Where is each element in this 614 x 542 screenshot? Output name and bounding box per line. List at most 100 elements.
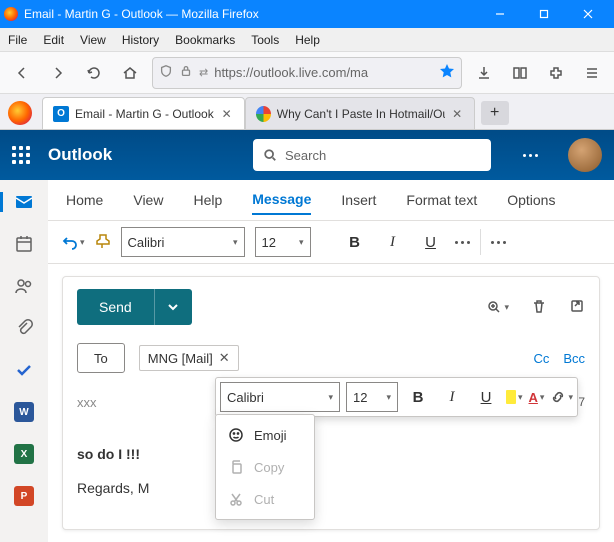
send-button[interactable]: Send: [77, 289, 154, 325]
context-emoji[interactable]: Emoji: [216, 419, 314, 451]
zoom-button[interactable]: ▾: [486, 299, 509, 315]
send-dropdown-button[interactable]: [154, 289, 192, 325]
menu-edit[interactable]: Edit: [43, 33, 64, 47]
float-underline-button[interactable]: U: [472, 389, 500, 406]
google-favicon: [256, 106, 271, 122]
downloads-button[interactable]: [470, 59, 498, 87]
bold-button[interactable]: B: [341, 234, 369, 251]
ribbon-tab-format[interactable]: Format text: [406, 186, 477, 214]
nav-powerpoint[interactable]: P: [12, 484, 36, 508]
highlight-button[interactable]: ▾: [506, 390, 523, 404]
chevron-down-icon: ▾: [80, 237, 85, 248]
message-body[interactable]: so do I !!! Regards, M: [77, 446, 585, 496]
context-copy: Copy: [216, 451, 314, 483]
tab-outlook[interactable]: O Email - Martin G - Outlook ✕: [42, 97, 245, 129]
nav-calendar[interactable]: [12, 232, 36, 256]
extensions-button[interactable]: [542, 59, 570, 87]
nav-mail[interactable]: [12, 190, 36, 214]
font-color-button[interactable]: A▾: [529, 390, 545, 405]
url-bar[interactable]: ⇄ https://outlook.live.com/ma: [152, 57, 462, 89]
bookmark-star-icon[interactable]: [439, 63, 455, 82]
float-italic-button[interactable]: I: [438, 389, 466, 406]
popout-button[interactable]: [569, 298, 585, 317]
menu-tools[interactable]: Tools: [251, 33, 279, 47]
permissions-icon[interactable]: ⇄: [199, 66, 208, 79]
context-menu: Emoji Copy Cut: [215, 414, 315, 520]
recipient-chip[interactable]: MNG [Mail] ✕: [139, 345, 239, 371]
float-size-select[interactable]: 12▾: [346, 382, 398, 412]
float-bold-button[interactable]: B: [404, 389, 432, 406]
to-button[interactable]: To: [77, 343, 125, 373]
insert-link-button[interactable]: ▾: [550, 389, 573, 405]
ribbon-tab-options[interactable]: Options: [507, 186, 555, 214]
discard-button[interactable]: [531, 298, 547, 317]
outlook-favicon: O: [53, 106, 69, 122]
context-label: Cut: [254, 492, 274, 507]
minimize-button[interactable]: [478, 0, 522, 28]
url-text: https://outlook.live.com/ma: [214, 65, 433, 80]
menu-view[interactable]: View: [80, 33, 106, 47]
outlook-header: Outlook Search: [0, 130, 614, 180]
firefox-view-button[interactable]: [4, 97, 36, 129]
nav-word[interactable]: W: [12, 400, 36, 424]
tab-search[interactable]: Why Can't I Paste In Hotmail/Outl ✕: [245, 97, 475, 129]
forward-button[interactable]: [44, 59, 72, 87]
context-label: Copy: [254, 460, 284, 475]
close-window-button[interactable]: [566, 0, 610, 28]
app-menu-button[interactable]: [578, 59, 606, 87]
nav-excel[interactable]: X: [12, 442, 36, 466]
menubar: File Edit View History Bookmarks Tools H…: [0, 28, 614, 52]
library-button[interactable]: [506, 59, 534, 87]
reload-button[interactable]: [80, 59, 108, 87]
cc-button[interactable]: Cc: [533, 351, 549, 366]
ribbon: ▾ Calibri▾ 12▾ B I U: [48, 220, 614, 264]
menu-file[interactable]: File: [8, 33, 27, 47]
search-icon: [263, 148, 277, 162]
back-button[interactable]: [8, 59, 36, 87]
menu-help[interactable]: Help: [295, 33, 320, 47]
format-painter-button[interactable]: [95, 233, 111, 252]
bcc-button[interactable]: Bcc: [563, 351, 585, 366]
home-button[interactable]: [116, 59, 144, 87]
copy-icon: [228, 459, 244, 475]
maximize-button[interactable]: [522, 0, 566, 28]
cut-icon: [228, 491, 244, 507]
close-tab-button[interactable]: ✕: [451, 107, 464, 121]
firefox-icon: [8, 101, 32, 125]
body-line: Regards, M: [77, 480, 585, 496]
nav-files[interactable]: [12, 316, 36, 340]
undo-button[interactable]: ▾: [62, 234, 85, 250]
italic-button[interactable]: I: [379, 234, 407, 251]
tab-label: Why Can't I Paste In Hotmail/Outl: [277, 107, 445, 121]
ribbon-tab-message[interactable]: Message: [252, 185, 311, 215]
user-avatar[interactable]: [568, 138, 602, 172]
firefox-logo-icon: [4, 7, 18, 21]
menu-history[interactable]: History: [122, 33, 159, 47]
font-size-select[interactable]: 12▾: [255, 227, 311, 257]
ribbon-tab-view[interactable]: View: [133, 186, 163, 214]
more-options-button[interactable]: [491, 241, 506, 244]
underline-button[interactable]: U: [417, 234, 445, 251]
outlook-brand: Outlook: [48, 145, 112, 165]
more-formatting-button[interactable]: [455, 241, 470, 244]
emoji-icon: [228, 427, 244, 443]
ribbon-tab-home[interactable]: Home: [66, 186, 103, 214]
search-placeholder: Search: [285, 148, 326, 163]
close-tab-button[interactable]: ✕: [220, 107, 234, 121]
ribbon-tab-insert[interactable]: Insert: [341, 186, 376, 214]
remove-recipient-button[interactable]: ✕: [219, 350, 230, 366]
menu-bookmarks[interactable]: Bookmarks: [175, 33, 235, 47]
floating-format-toolbar: Calibri▾ 12▾ B I U ▾ A▾ ▾: [215, 377, 578, 417]
ribbon-tab-help[interactable]: Help: [193, 186, 222, 214]
float-font-select[interactable]: Calibri▾: [220, 382, 340, 412]
header-more-button[interactable]: [523, 154, 538, 157]
subject-input[interactable]: xxx: [77, 395, 97, 410]
app-launcher-button[interactable]: [12, 146, 30, 164]
context-cut: Cut: [216, 483, 314, 515]
font-select[interactable]: Calibri▾: [121, 227, 245, 257]
new-tab-button[interactable]: +: [481, 101, 509, 125]
search-box[interactable]: Search: [253, 139, 491, 171]
window-title: Email - Martin G - Outlook — Mozilla Fir…: [24, 7, 478, 21]
nav-todo[interactable]: [12, 358, 36, 382]
nav-people[interactable]: [12, 274, 36, 298]
